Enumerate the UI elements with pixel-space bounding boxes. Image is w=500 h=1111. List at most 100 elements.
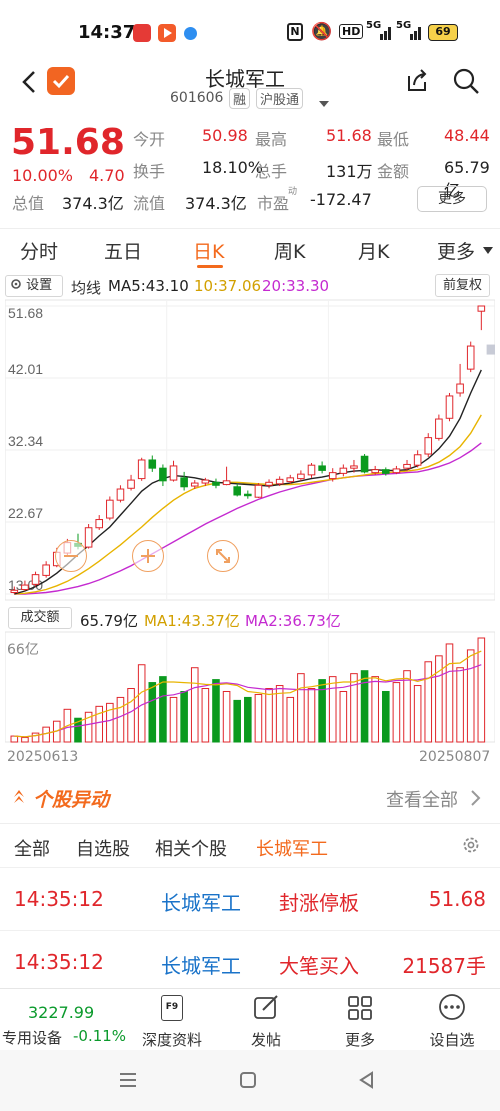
home-icon[interactable]	[238, 1070, 258, 1090]
candle-body	[201, 479, 210, 484]
view-all-link[interactable]: 查看全部	[386, 786, 458, 812]
volume-bar	[116, 696, 125, 743]
volume-bar	[222, 690, 231, 743]
chevron-right-icon[interactable]	[469, 788, 481, 808]
candle-body	[244, 493, 252, 497]
hd-icon: HD	[339, 24, 364, 39]
candle-body	[318, 465, 326, 471]
event-value: 51.68	[428, 887, 486, 911]
filter-0[interactable]: 全部	[14, 835, 50, 861]
volume-bar	[307, 688, 316, 743]
event-stock-name[interactable]: 长城军工	[161, 950, 241, 979]
volume-bar	[95, 705, 104, 743]
candle-body	[297, 473, 305, 480]
kline-chart: 设置 均线 MA5:43.10 10:37.06 20:33.30 前复权 51…	[5, 272, 495, 772]
tab-5[interactable]: 更多	[437, 237, 475, 264]
filter-2[interactable]: 相关个股	[155, 835, 227, 861]
candle-body	[339, 467, 348, 474]
candle-body	[307, 464, 316, 476]
candle-body	[392, 468, 401, 474]
signal-bars-icon	[410, 24, 424, 40]
volume-bar	[21, 737, 29, 743]
more-dots-icon	[438, 993, 466, 1021]
volume-bar	[477, 637, 486, 743]
event-value: 21587手	[402, 954, 486, 978]
search-icon[interactable]	[451, 66, 481, 96]
movement-title: 个股异动	[33, 789, 110, 811]
candle-body	[360, 455, 369, 473]
candle-body	[21, 584, 29, 591]
gear-icon[interactable]	[460, 834, 482, 856]
event-row[interactable]: 14:35:12 长城军工 大笔买入 21587手	[0, 930, 500, 992]
candle-body	[84, 527, 93, 548]
tab-3[interactable]: 周K	[274, 237, 305, 264]
nav-more[interactable]: 更多	[310, 989, 410, 1051]
back-icon[interactable]	[14, 66, 44, 98]
candle-body	[42, 564, 50, 576]
volume-bar	[286, 696, 295, 743]
change-percent: 10.00%	[12, 166, 74, 185]
candle-body	[159, 467, 167, 482]
pe-sup-label: 动	[288, 187, 298, 197]
signal-bars-icon	[380, 24, 394, 40]
filter-3[interactable]: 长城军工	[256, 835, 328, 861]
index-widget[interactable]: 3227.99 专用设备 -0.11%	[0, 989, 126, 1051]
more-button[interactable]: 更多	[417, 186, 487, 212]
quote-field-label: 换手	[133, 162, 166, 181]
zoom-out-icon[interactable]	[55, 540, 87, 572]
tab-0[interactable]: 分时	[20, 237, 58, 264]
tab-1[interactable]: 五日	[104, 237, 142, 264]
system-nav-bar	[0, 1050, 500, 1111]
tab-4[interactable]: 月K	[358, 237, 389, 264]
candle-body	[190, 482, 199, 487]
zoom-in-icon[interactable]	[132, 540, 164, 572]
tab-more-caret-icon[interactable]	[483, 247, 493, 255]
volume-bar	[371, 676, 379, 743]
nav-label: 发帖	[250, 1031, 281, 1049]
volume-bar	[413, 685, 422, 743]
event-stock-name[interactable]: 长城军工	[161, 887, 241, 916]
nav-deep-data[interactable]: F9 深度资料	[122, 989, 222, 1051]
nav-post[interactable]: 发帖	[216, 989, 316, 1051]
candle-body	[10, 589, 19, 594]
y-tick-label: 32.34	[8, 433, 43, 449]
current-price: 51.68	[11, 122, 125, 163]
volume-label-button[interactable]: 成交额	[8, 607, 72, 629]
nfc-icon: N	[287, 23, 303, 41]
filter-row: 全部 自选股 相关个股 长城军工	[0, 823, 500, 867]
candle-body	[222, 480, 231, 486]
quote-field-label: 总手	[255, 162, 288, 181]
candle-body	[477, 305, 486, 312]
candle-body	[95, 519, 104, 529]
tab-2[interactable]: 日K	[193, 237, 224, 264]
candle-body	[180, 477, 188, 488]
volume-bar	[212, 679, 220, 743]
event-row[interactable]: 14:35:12 长城军工 封涨停板 51.68	[0, 867, 500, 929]
nav-add-watchlist[interactable]: 设自选	[402, 989, 500, 1051]
movement-fire-icon	[12, 787, 26, 805]
menu-icon[interactable]	[118, 1070, 138, 1090]
dropdown-caret-icon[interactable]	[318, 94, 330, 107]
pe-label: 市盈	[257, 194, 290, 213]
filter-1[interactable]: 自选股	[76, 835, 130, 861]
index-label: 专用设备	[2, 1029, 63, 1047]
app-logo-icon	[47, 67, 75, 95]
candle-body	[382, 469, 390, 474]
candle-body	[275, 478, 284, 485]
index-value: 3227.99	[28, 1003, 95, 1022]
mute-icon: 🔕	[311, 22, 333, 42]
app-icon	[184, 27, 197, 40]
quote-field-value: 18.10%	[202, 158, 264, 177]
back-nav-icon[interactable]	[357, 1070, 377, 1090]
fullscreen-icon[interactable]	[207, 540, 239, 572]
y-tick-label: 51.68	[8, 305, 43, 321]
date-start: 20250613	[7, 749, 79, 765]
candle-body	[403, 463, 411, 469]
volume-bar	[339, 690, 348, 743]
share-icon[interactable]	[401, 66, 431, 96]
tab-active-underline	[197, 265, 223, 268]
volume-bar	[31, 732, 40, 743]
price-chart-svg[interactable]: 51.6842.0132.3422.6713.00	[5, 272, 495, 772]
movement-section: 个股异动 查看全部	[0, 773, 500, 823]
bottom-nav: 3227.99 专用设备 -0.11% F9 深度资料 发帖 更多 设自选	[0, 988, 500, 1050]
